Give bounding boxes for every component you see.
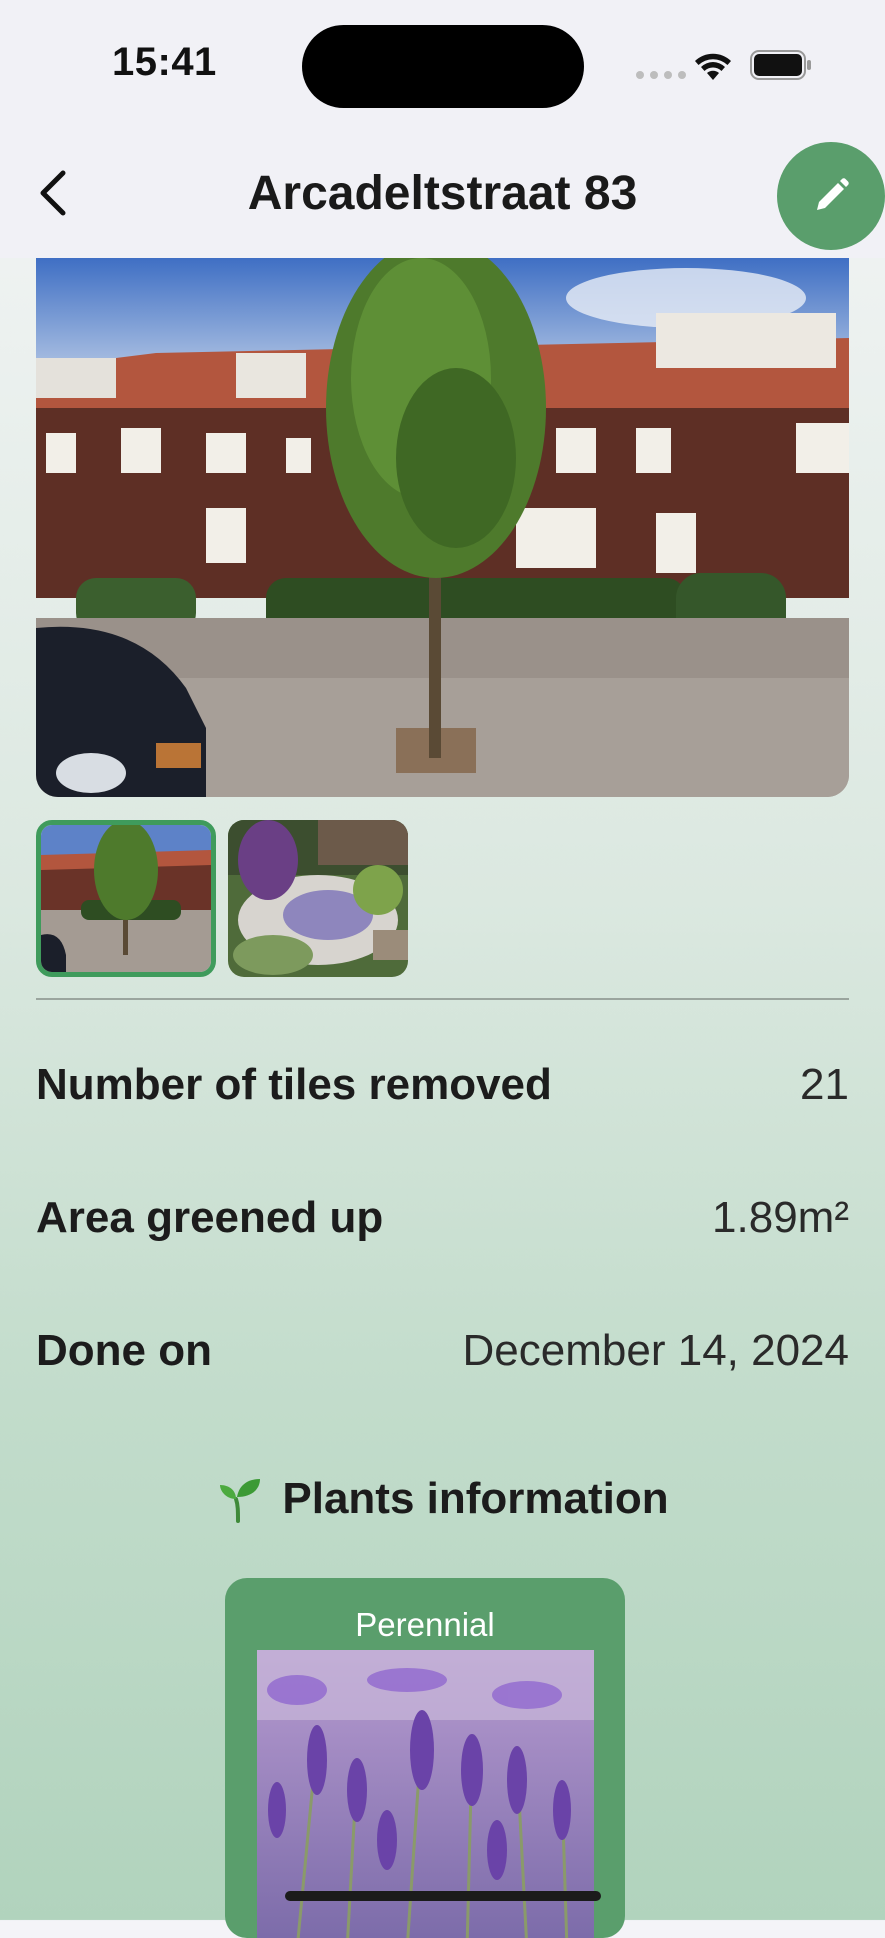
dynamic-island <box>302 25 584 108</box>
stat-row-tiles-removed: Number of tiles removed 21 <box>36 1060 849 1120</box>
wifi-icon <box>695 53 731 80</box>
street-photo-thumbnail <box>41 825 211 972</box>
garden-photo-thumbnail <box>228 820 408 977</box>
stat-value: 1.89m² <box>712 1193 849 1242</box>
plants-section-title: Plants information <box>282 1474 669 1523</box>
sprout-icon <box>220 1479 261 1523</box>
stat-label: Number of tiles removed <box>36 1060 552 1109</box>
stat-row-done-on: Done on December 14, 2024 <box>36 1326 849 1386</box>
page-title: Arcadeltstraat 83 <box>247 167 638 220</box>
status-bar: 15:41 <box>0 0 885 130</box>
plants-section-header: Plants information <box>0 1474 885 1524</box>
battery-icon <box>750 50 811 80</box>
stat-row-area-greened: Area greened up 1.89m² <box>36 1193 849 1253</box>
edit-button[interactable] <box>777 142 885 250</box>
cellular-dots-icon <box>636 71 686 79</box>
status-time: 15:41 <box>112 40 217 84</box>
pencil-icon <box>817 178 849 210</box>
stat-value: 21 <box>800 1060 849 1109</box>
plant-card[interactable]: Perennial <box>225 1578 625 1938</box>
thumbnail-street[interactable] <box>36 820 216 977</box>
thumbnail-garden[interactable] <box>228 820 408 977</box>
stat-label: Done on <box>36 1326 212 1375</box>
plant-category-label: Perennial <box>355 1606 495 1643</box>
nav-bar: Arcadeltstraat 83 <box>0 130 885 258</box>
stat-value: December 14, 2024 <box>462 1326 849 1375</box>
home-indicator[interactable] <box>285 1891 601 1901</box>
street-photo <box>36 258 849 797</box>
main-photo[interactable] <box>36 258 849 797</box>
divider <box>36 998 849 1000</box>
stat-label: Area greened up <box>36 1193 384 1242</box>
